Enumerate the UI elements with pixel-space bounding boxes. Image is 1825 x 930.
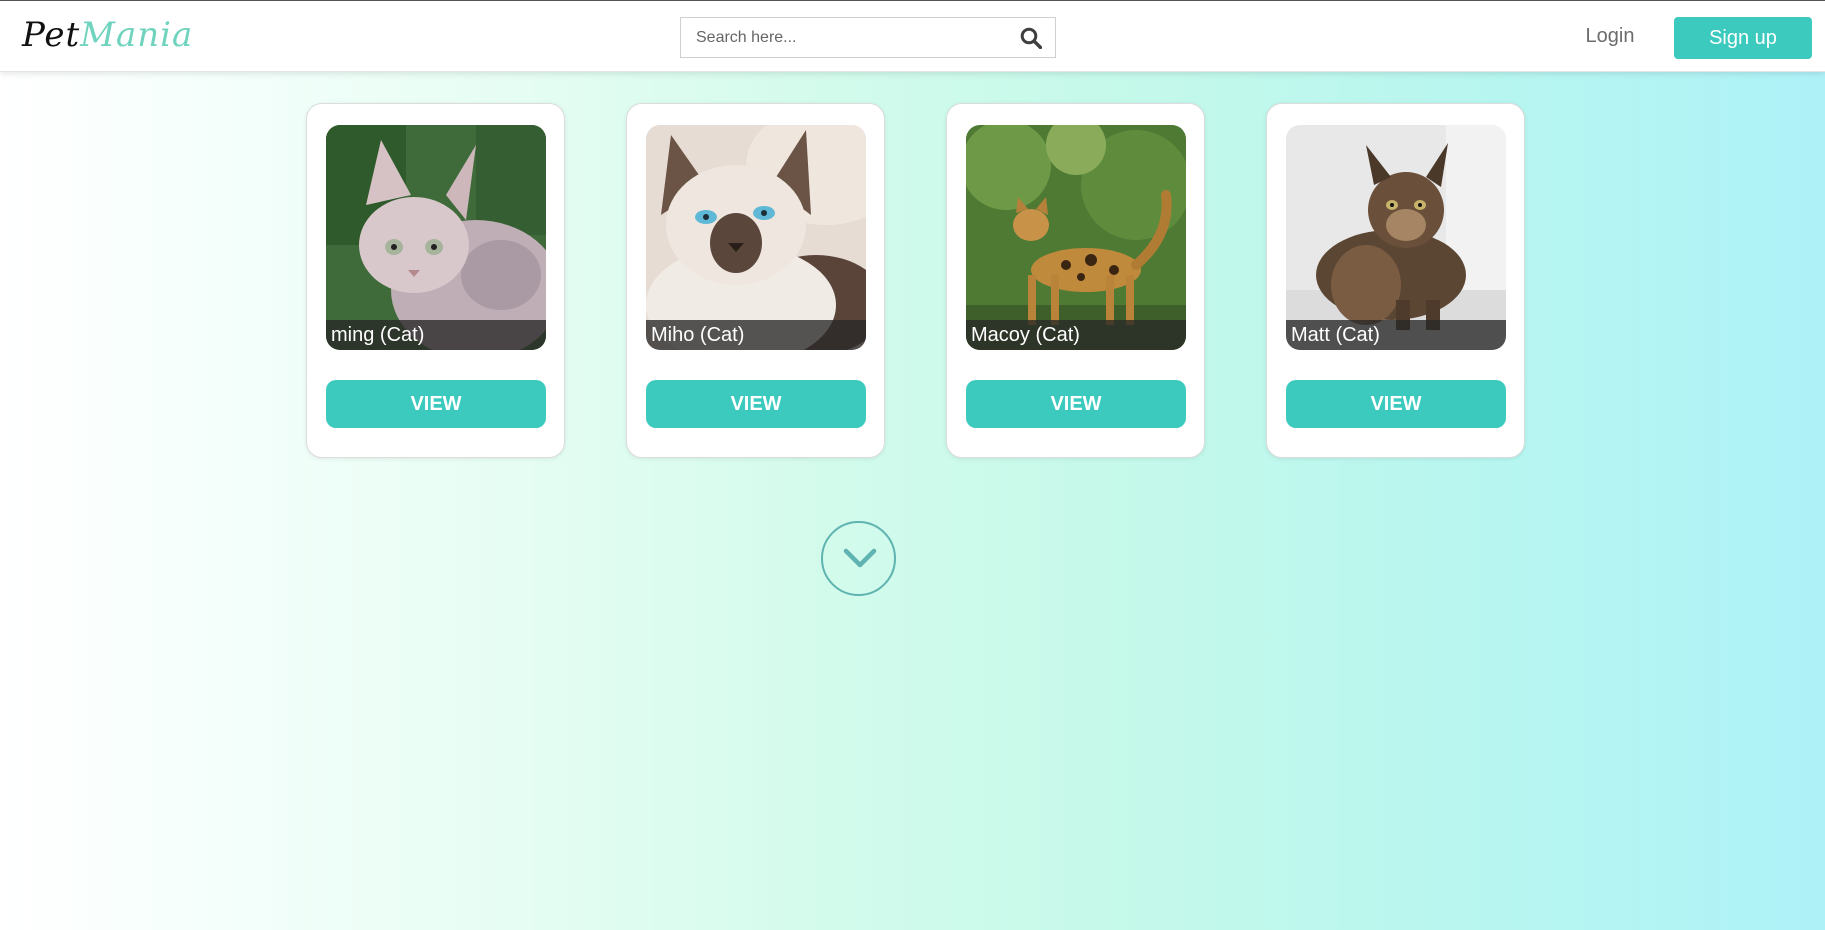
pet-name: ming (Cat): [326, 320, 546, 350]
pet-photo[interactable]: Matt (Cat): [1286, 125, 1506, 350]
signup-button[interactable]: Sign up: [1674, 17, 1812, 59]
logo-mania: Mania: [80, 15, 194, 55]
pet-card: Miho (Cat) VIEW: [626, 103, 885, 458]
load-more-button[interactable]: [821, 521, 896, 596]
logo[interactable]: PetMania: [22, 15, 193, 55]
pet-photo[interactable]: Miho (Cat): [646, 125, 866, 350]
view-button[interactable]: VIEW: [646, 380, 866, 428]
pet-photo[interactable]: Macoy (Cat): [966, 125, 1186, 350]
view-button[interactable]: VIEW: [326, 380, 546, 428]
pet-name: Macoy (Cat): [966, 320, 1186, 350]
pet-name: Matt (Cat): [1286, 320, 1506, 350]
pet-photo[interactable]: ming (Cat): [326, 125, 546, 350]
pet-card: ming (Cat) VIEW: [306, 103, 565, 458]
pet-card: Matt (Cat) VIEW: [1266, 103, 1525, 458]
login-link[interactable]: Login: [1560, 25, 1660, 48]
logo-pet: Pet: [22, 15, 81, 55]
view-button[interactable]: VIEW: [966, 380, 1186, 428]
search-icon[interactable]: [1020, 27, 1043, 50]
search-input[interactable]: [681, 18, 1001, 57]
view-button[interactable]: VIEW: [1286, 380, 1506, 428]
search-box: [680, 17, 1056, 58]
pet-card: Macoy (Cat) VIEW: [946, 103, 1205, 458]
pet-name: Miho (Cat): [646, 320, 866, 350]
navbar: PetMania Login Sign up: [0, 1, 1825, 72]
